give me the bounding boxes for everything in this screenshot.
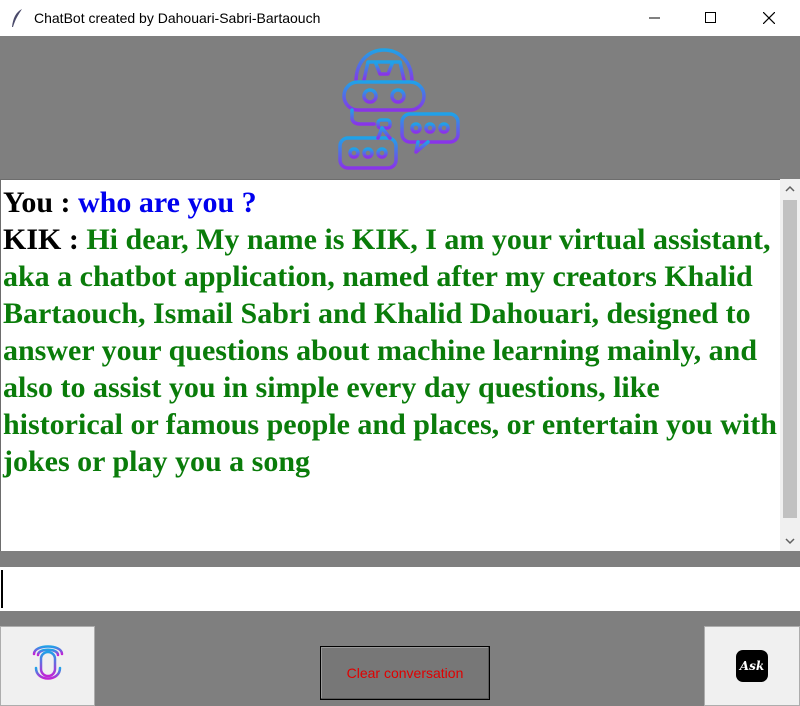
- chat-transcript: You : who are you ? KIK : Hi dear, My na…: [1, 180, 780, 480]
- scroll-down-button[interactable]: [780, 531, 800, 551]
- close-icon: [763, 12, 775, 24]
- chevron-up-icon: [785, 185, 795, 192]
- clear-conversation-button[interactable]: Clear conversation: [320, 646, 490, 700]
- feather-icon: [12, 9, 22, 27]
- chevron-down-icon: [785, 538, 795, 545]
- speaker-label: You :: [3, 186, 71, 219]
- maximize-icon: [705, 12, 716, 23]
- scroll-up-button[interactable]: [780, 179, 800, 199]
- message-user: You : who are you ?: [3, 184, 780, 221]
- microphone-button[interactable]: [0, 626, 95, 706]
- ask-button[interactable]: Ask: [704, 626, 800, 706]
- maximize-button[interactable]: [688, 0, 734, 36]
- chat-scrollbar[interactable]: [780, 179, 800, 551]
- scroll-thumb[interactable]: [783, 200, 797, 518]
- title-bar: ChatBot created by Dahouari-Sabri-Bartao…: [0, 0, 800, 36]
- message-text: Hi dear, My name is KIK, I am your virtu…: [3, 223, 777, 478]
- message-input[interactable]: [0, 567, 800, 611]
- microphone-icon: [32, 645, 63, 691]
- text-caret: [1, 570, 3, 608]
- ask-icon: Ask: [736, 650, 768, 682]
- message-bot: KIK : Hi dear, My name is KIK, I am your…: [3, 221, 780, 480]
- speaker-label: KIK :: [3, 223, 79, 256]
- message-text: who are you ?: [78, 186, 257, 219]
- header: [0, 36, 800, 179]
- close-button[interactable]: [746, 0, 792, 36]
- minimize-icon: [649, 17, 660, 19]
- minimize-button[interactable]: [632, 0, 678, 36]
- robot-chat-icon: [338, 48, 460, 170]
- chat-display[interactable]: You : who are you ? KIK : Hi dear, My na…: [0, 179, 780, 551]
- window-title: ChatBot created by Dahouari-Sabri-Bartao…: [34, 10, 321, 26]
